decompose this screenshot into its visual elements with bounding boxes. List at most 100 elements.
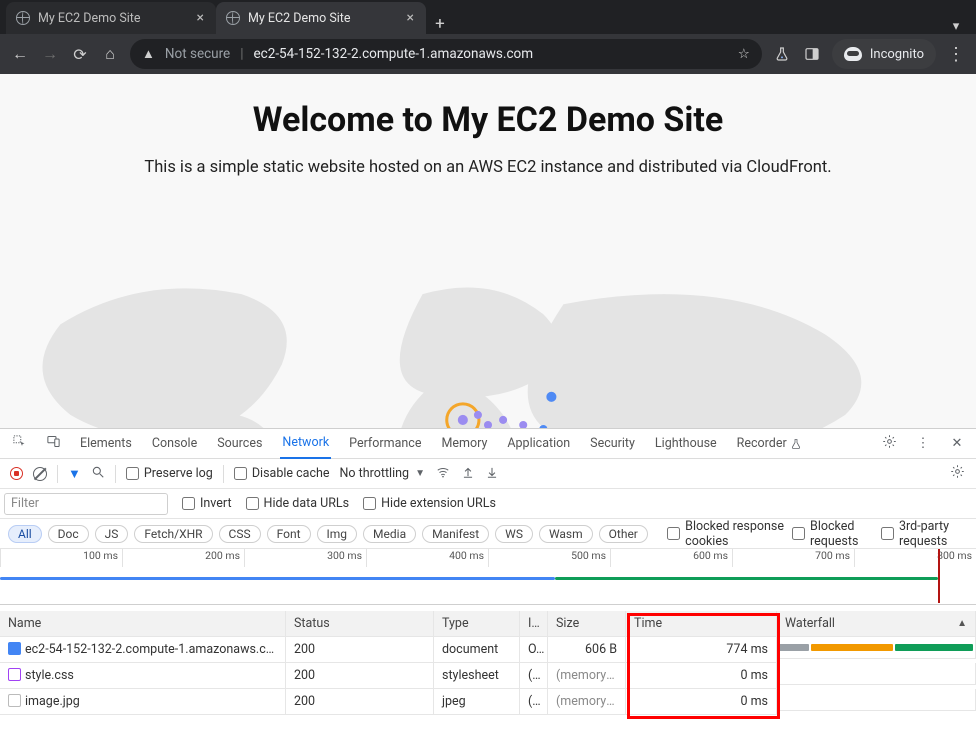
bookmark-icon[interactable]: ☆: [738, 46, 750, 62]
col-initiator[interactable]: I…: [520, 611, 548, 637]
incognito-pill[interactable]: Incognito: [832, 39, 936, 69]
chip-img[interactable]: Img: [317, 525, 358, 543]
new-tab-button[interactable]: +: [426, 14, 454, 34]
devtools-panel: Elements Console Sources Network Perform…: [0, 428, 976, 734]
devtools-tab-elements[interactable]: Elements: [78, 429, 134, 459]
chip-js[interactable]: JS: [95, 525, 129, 543]
devtools-close-icon[interactable]: ✕: [948, 436, 966, 451]
warning-icon: ▲: [142, 46, 155, 62]
reload-icon[interactable]: ⟳: [70, 44, 90, 64]
devtools-tab-recorder[interactable]: Recorder: [735, 429, 804, 459]
url-text: ec2-54-152-132-2.compute-1.amazonaws.com: [254, 46, 534, 62]
gear-icon[interactable]: [880, 434, 898, 453]
request-size: 606 B: [548, 637, 626, 663]
type-filter-chips: All Doc JS Fetch/XHR CSS Font Img Media …: [0, 519, 976, 549]
chip-all[interactable]: All: [8, 525, 42, 543]
device-icon[interactable]: [44, 434, 62, 453]
devtools-tab-lighthouse[interactable]: Lighthouse: [653, 429, 719, 459]
request-initiator: (…: [520, 689, 548, 715]
request-type: jpeg: [434, 689, 520, 715]
page-title: Welcome to My EC2 Demo Site: [0, 74, 976, 140]
close-icon[interactable]: ×: [407, 10, 414, 26]
inspect-icon[interactable]: [10, 434, 28, 453]
request-type: stylesheet: [434, 663, 520, 689]
request-name[interactable]: image.jpg: [0, 689, 286, 715]
browser-chrome: My EC2 Demo Site × My EC2 Demo Site × + …: [0, 0, 976, 74]
globe-icon: [226, 11, 240, 25]
sort-asc-icon: ▲: [957, 618, 967, 629]
globe-icon: [16, 11, 30, 25]
world-map-image: [0, 264, 976, 428]
incognito-icon: [844, 47, 862, 61]
devtools-tab-network[interactable]: Network: [280, 429, 331, 459]
network-conditions-icon[interactable]: [435, 465, 451, 483]
blocked-requests-checkbox[interactable]: Blocked requests: [792, 519, 875, 549]
devtools-tab-sources[interactable]: Sources: [215, 429, 264, 459]
browser-toolbar: ← → ⟳ ⌂ ▲ Not secure | ec2-54-152-132-2.…: [0, 34, 976, 74]
back-icon[interactable]: ←: [10, 44, 30, 64]
tabs-dropdown-icon[interactable]: ▾: [942, 19, 970, 34]
chip-css[interactable]: CSS: [219, 525, 261, 543]
network-toolbar: ▼ Preserve log Disable cache No throttli…: [0, 459, 976, 489]
request-time: 774 ms: [626, 637, 777, 663]
request-name[interactable]: style.css: [0, 663, 286, 689]
not-secure-label: Not secure: [165, 46, 230, 62]
network-settings-icon[interactable]: [948, 464, 966, 483]
forward-icon[interactable]: →: [40, 44, 60, 64]
address-bar[interactable]: ▲ Not secure | ec2-54-152-132-2.compute-…: [130, 39, 762, 69]
col-waterfall[interactable]: Waterfall▲: [777, 611, 976, 637]
browser-tab-1[interactable]: My EC2 Demo Site ×: [216, 2, 426, 34]
request-status: 200: [286, 637, 434, 663]
chip-doc[interactable]: Doc: [48, 525, 89, 543]
panel-icon[interactable]: [802, 44, 822, 64]
network-grid: Name Status Type I… Size Time Waterfall▲…: [0, 611, 976, 715]
invert-checkbox[interactable]: Invert: [182, 496, 232, 511]
search-icon[interactable]: [91, 465, 105, 483]
devtools-tab-application[interactable]: Application: [505, 429, 572, 459]
devtools-tab-console[interactable]: Console: [150, 429, 199, 459]
preserve-log-checkbox[interactable]: Preserve log: [126, 466, 213, 481]
export-icon[interactable]: [485, 465, 499, 483]
tab-title: My EC2 Demo Site: [248, 11, 351, 26]
record-icon[interactable]: [10, 467, 23, 480]
import-icon[interactable]: [461, 465, 475, 483]
chip-media[interactable]: Media: [363, 525, 416, 543]
close-icon[interactable]: ×: [197, 10, 204, 26]
devtools-tab-security[interactable]: Security: [588, 429, 637, 459]
request-name[interactable]: ec2-54-152-132-2.compute-1.amazonaws.com: [0, 637, 286, 663]
page-subtitle: This is a simple static website hosted o…: [0, 158, 976, 177]
image-icon: [8, 694, 21, 707]
col-type[interactable]: Type: [434, 611, 520, 637]
disable-cache-checkbox[interactable]: Disable cache: [234, 466, 330, 481]
throttling-select[interactable]: No throttling▼: [340, 466, 425, 481]
col-size[interactable]: Size: [548, 611, 626, 637]
chip-font[interactable]: Font: [267, 525, 311, 543]
devtools-tab-memory[interactable]: Memory: [439, 429, 489, 459]
blocked-cookies-checkbox[interactable]: Blocked response cookies: [667, 519, 786, 549]
filter-input[interactable]: Filter: [4, 493, 168, 515]
request-status: 200: [286, 663, 434, 689]
incognito-label: Incognito: [870, 47, 924, 62]
devtools-menu-icon[interactable]: ⋮: [914, 436, 932, 451]
overview-timeline[interactable]: 100 ms 200 ms 300 ms 400 ms 500 ms 600 m…: [0, 549, 976, 605]
chip-manifest[interactable]: Manifest: [422, 525, 489, 543]
clear-icon[interactable]: [33, 467, 47, 481]
tab-strip: My EC2 Demo Site × My EC2 Demo Site × + …: [0, 0, 976, 34]
col-time[interactable]: Time: [626, 611, 777, 637]
devtools-tab-performance[interactable]: Performance: [347, 429, 423, 459]
chip-ws[interactable]: WS: [495, 525, 533, 543]
labs-icon[interactable]: [772, 44, 792, 64]
chip-fetchxhr[interactable]: Fetch/XHR: [134, 525, 212, 543]
filter-icon[interactable]: ▼: [68, 466, 81, 482]
third-party-checkbox[interactable]: 3rd-party requests: [881, 519, 968, 549]
chip-wasm[interactable]: Wasm: [539, 525, 593, 543]
home-icon[interactable]: ⌂: [100, 44, 120, 64]
hide-extension-urls-checkbox[interactable]: Hide extension URLs: [363, 496, 496, 511]
menu-icon[interactable]: ⋮: [946, 44, 966, 64]
col-name[interactable]: Name: [0, 611, 286, 637]
browser-tab-0[interactable]: My EC2 Demo Site ×: [6, 2, 216, 34]
request-time: 0 ms: [626, 689, 777, 715]
hide-data-urls-checkbox[interactable]: Hide data URLs: [246, 496, 350, 511]
chip-other[interactable]: Other: [599, 525, 648, 543]
col-status[interactable]: Status: [286, 611, 434, 637]
